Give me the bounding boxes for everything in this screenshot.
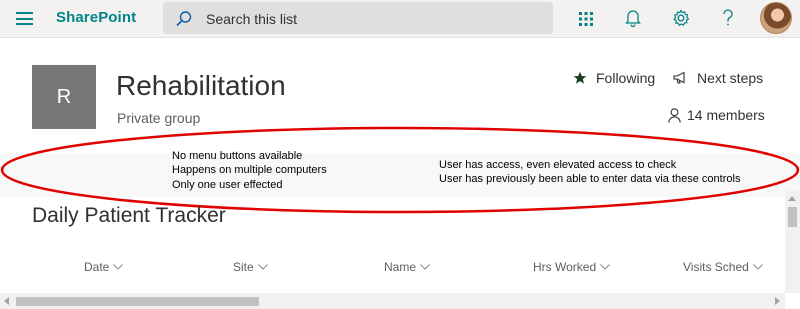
avatar[interactable] [760, 2, 792, 34]
annotation-note: Only one user effected [172, 179, 283, 191]
search-icon [176, 11, 192, 27]
gear-icon[interactable] [672, 9, 690, 27]
horizontal-scrollbar[interactable] [0, 293, 785, 309]
page-title: Rehabilitation [116, 70, 286, 101]
column-header-site[interactable]: Site [233, 260, 268, 274]
hamburger-menu-icon[interactable] [16, 12, 33, 25]
scroll-up-icon[interactable] [788, 196, 796, 201]
search-input[interactable]: Search this list [206, 11, 297, 27]
next-steps-button[interactable]: Next steps [673, 70, 763, 86]
next-steps-label: Next steps [697, 70, 764, 86]
brand-link[interactable]: SharePoint [56, 9, 136, 26]
annotation-note: Happens on multiple computers [172, 164, 327, 176]
group-logo: R [32, 65, 96, 129]
column-header-label: Date [84, 260, 110, 274]
chevron-down-icon [257, 264, 268, 270]
column-header-label: Name [384, 260, 417, 274]
members-label: 14 members [687, 107, 765, 123]
members-button[interactable]: 14 members [668, 107, 765, 123]
annotation-note: User has previously been able to enter d… [439, 173, 741, 185]
following-button[interactable]: Following [573, 70, 655, 86]
megaphone-icon [673, 71, 688, 85]
app-launcher-icon[interactable] [578, 11, 594, 27]
search-box[interactable]: Search this list [163, 2, 553, 34]
vertical-scroll-thumb[interactable] [788, 207, 797, 227]
scroll-right-icon[interactable] [775, 297, 780, 305]
suite-bar: SharePoint Search this list [0, 0, 800, 38]
annotation-note: No menu buttons available [172, 150, 303, 162]
group-privacy-label: Private group [117, 110, 201, 126]
vertical-scrollbar[interactable] [785, 191, 800, 293]
chevron-down-icon [113, 264, 124, 270]
column-header-label: Visits Sched [683, 260, 749, 274]
column-header-name[interactable]: Name [384, 260, 430, 274]
help-icon[interactable] [722, 9, 734, 27]
column-header-hrs-worked[interactable]: Hrs Worked [533, 260, 610, 274]
person-icon [668, 107, 681, 123]
annotation-note: User has access, even elevated access to… [439, 159, 677, 171]
column-header-label: Site [233, 260, 254, 274]
list-title: Daily Patient Tracker [32, 204, 226, 227]
scroll-left-icon[interactable] [4, 297, 9, 305]
star-icon [573, 71, 587, 85]
chevron-down-icon [600, 264, 610, 270]
chevron-down-icon [752, 264, 763, 270]
column-header-date[interactable]: Date [84, 260, 124, 274]
chevron-down-icon [420, 264, 430, 270]
bell-icon[interactable] [625, 9, 641, 27]
following-label: Following [596, 70, 656, 86]
column-header-visits-sched[interactable]: Visits Sched [683, 260, 763, 274]
horizontal-scroll-thumb[interactable] [16, 297, 259, 306]
column-header-label: Hrs Worked [533, 260, 597, 274]
